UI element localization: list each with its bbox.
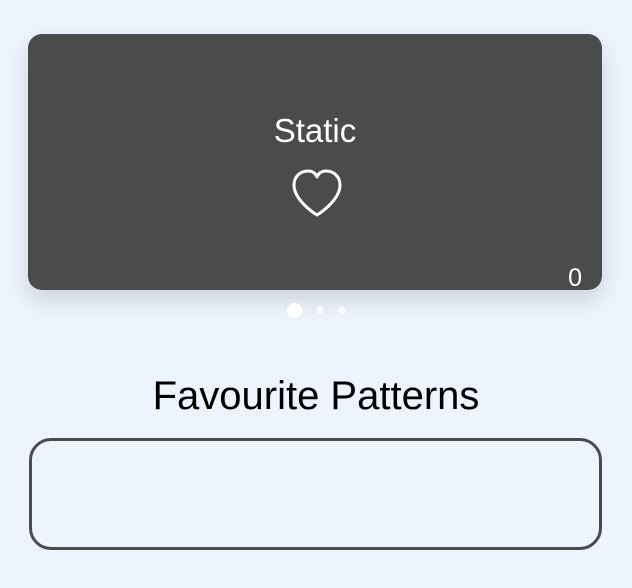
carousel-pagination <box>0 302 632 318</box>
favourite-button[interactable] <box>290 168 344 222</box>
page-dot-2[interactable] <box>315 306 324 314</box>
page-dot-1[interactable] <box>286 302 302 318</box>
heart-outline-icon <box>292 169 342 217</box>
favourites-list[interactable] <box>29 438 602 550</box>
pattern-title: Static <box>273 112 357 149</box>
favourites-heading: Favourite Patterns <box>152 374 480 418</box>
page-dot-3[interactable] <box>337 306 346 314</box>
pattern-card[interactable]: Static 0 <box>28 34 602 292</box>
favourite-count: 0 <box>568 264 582 292</box>
